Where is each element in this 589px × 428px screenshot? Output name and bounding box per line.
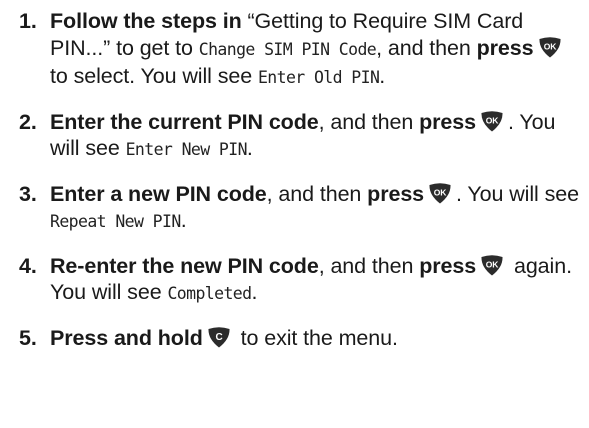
screen-text: Enter New PIN [125, 140, 248, 159]
step-bold-press: press [419, 109, 476, 134]
step-text: . [251, 280, 258, 304]
step-number: 3. [19, 181, 37, 206]
step-1: 1. Follow the steps in “Getting to Requi… [19, 8, 579, 92]
ok-key-label: OK [543, 41, 557, 51]
step-number: 1. [19, 9, 37, 33]
ok-key-icon: OK [538, 36, 562, 58]
step-number: 4. [19, 253, 37, 278]
step-number: 2. [19, 109, 37, 134]
step-bold-lead: Enter the current PIN code [50, 109, 319, 134]
step-bold-lead: Press and hold [50, 325, 203, 350]
ok-key-label: OK [434, 187, 448, 197]
step-bold-press: press [476, 35, 534, 60]
step-text: , and then [318, 253, 420, 278]
ok-key-label: OK [486, 259, 500, 269]
step-4: 4. Re-enter the new PIN code, and then p… [19, 253, 579, 308]
screen-text: Change SIM PIN Code [198, 39, 377, 59]
screen-text: Completed [167, 284, 252, 303]
screen-text: Repeat New PIN [50, 212, 181, 231]
step-text: to select. You will see [50, 64, 258, 88]
ok-key-icon: OK [428, 182, 452, 204]
step-text: . [180, 208, 187, 232]
step-bold-lead: Follow the steps in [50, 9, 242, 33]
steps-list: 1. Follow the steps in “Getting to Requi… [19, 8, 579, 351]
screen-text: Enter Old PIN [257, 68, 380, 87]
step-5: 5. Press and hold C to exit the menu. [19, 325, 579, 352]
clear-key-label: C [215, 332, 222, 343]
step-text: . [246, 136, 253, 160]
step-bold-press: press [419, 253, 477, 278]
step-text: . [379, 64, 386, 88]
step-3: 3. Enter a new PIN code, and then press O… [19, 181, 579, 236]
step-bold-lead: Re-enter the new PIN code [50, 253, 319, 278]
instruction-page: 1. Follow the steps in “Getting to Requi… [0, 0, 589, 428]
step-2: 2. Enter the current PIN code, and then … [19, 109, 579, 164]
step-text: . You will see [456, 181, 579, 206]
step-text: , and then [266, 181, 368, 206]
ok-key-icon: OK [480, 254, 504, 276]
step-text: , and then [318, 109, 420, 134]
step-bold-press: press [367, 181, 425, 206]
step-text: , and then [376, 35, 477, 60]
ok-key-label: OK [486, 115, 500, 125]
step-text: to exit the menu. [234, 325, 398, 350]
step-number: 5. [19, 325, 37, 350]
ok-key-icon: OK [480, 110, 504, 132]
step-bold-lead: Enter a new PIN code [50, 181, 267, 206]
clear-key-icon: C [207, 326, 231, 348]
